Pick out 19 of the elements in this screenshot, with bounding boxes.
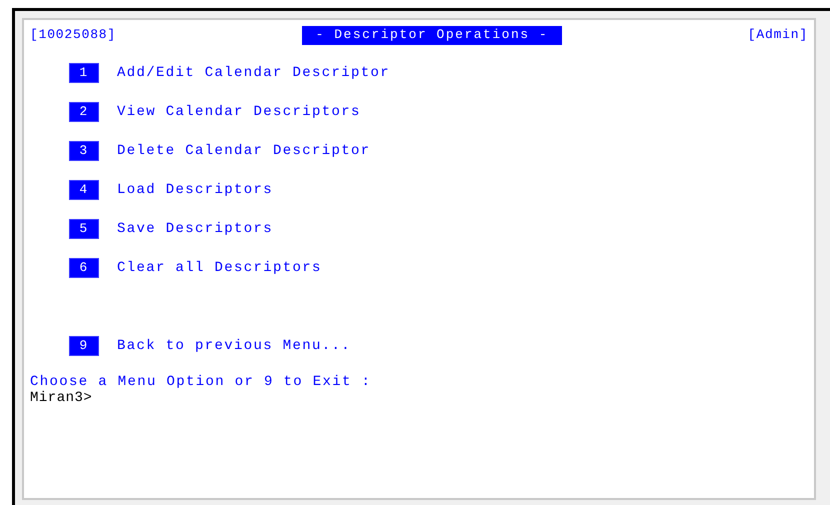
option-number[interactable]: 6: [69, 258, 99, 278]
screen-title: - Descriptor Operations -: [302, 26, 562, 44]
prompt-text: Choose a Menu Option or 9 to Exit :: [30, 374, 372, 390]
option-label[interactable]: Save Descriptors: [117, 218, 274, 240]
option-label[interactable]: Clear all Descriptors: [117, 258, 322, 278]
session-id: [10025088]: [30, 26, 116, 44]
option-label[interactable]: Back to previous Menu...: [117, 336, 352, 356]
option-number[interactable]: 5: [69, 219, 99, 239]
option-label[interactable]: Delete Calendar Descriptor: [117, 140, 371, 162]
option-number[interactable]: 3: [69, 141, 99, 161]
user-role: [Admin]: [748, 26, 808, 44]
option-number[interactable]: 9: [69, 336, 99, 356]
option-label[interactable]: View Calendar Descriptors: [117, 102, 361, 122]
option-number[interactable]: 1: [69, 63, 99, 83]
command-line[interactable]: Miran3>: [30, 390, 808, 406]
option-number[interactable]: 2: [69, 102, 99, 122]
option-number[interactable]: 4: [69, 180, 99, 200]
option-label[interactable]: Load Descriptors: [117, 180, 274, 200]
option-label[interactable]: Add/Edit Calendar Descriptor: [117, 62, 390, 84]
